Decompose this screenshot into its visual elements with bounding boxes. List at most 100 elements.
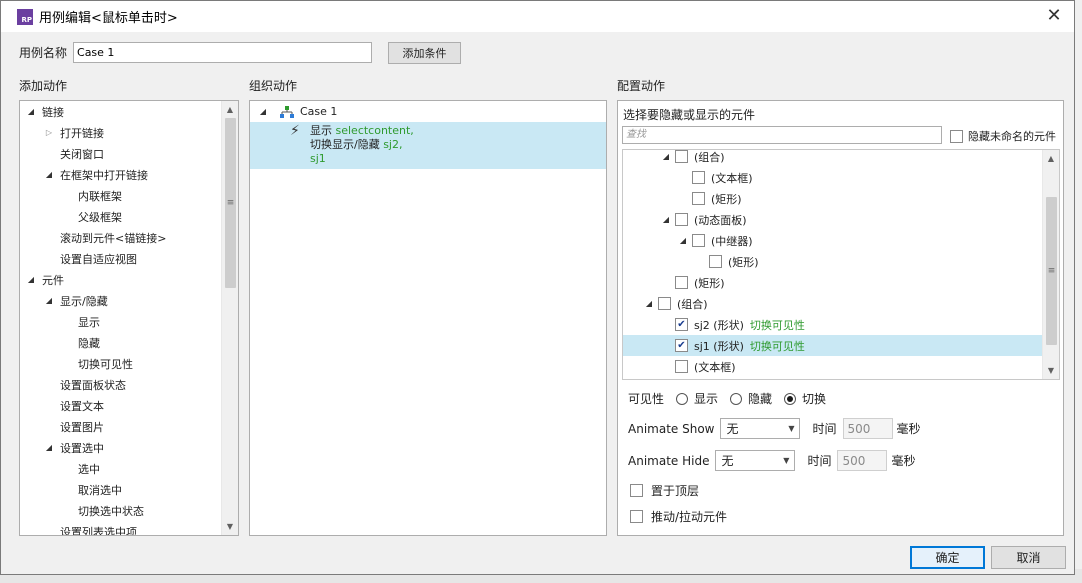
collapse-icon[interactable] (644, 299, 654, 308)
animate-hide-value: 无 (721, 454, 734, 468)
add-action-item[interactable]: 设置自适应视图 (20, 248, 238, 269)
hide-unnamed-check-icon[interactable] (950, 129, 963, 143)
add-action-item[interactable]: 显示/隐藏 (20, 290, 238, 311)
add-action-item[interactable]: 显示 (20, 311, 238, 332)
checked-icon[interactable]: ✔ (675, 318, 688, 331)
action-item-show-hide[interactable]: ⚡ 显示 selectcontent, 切换显示/隐藏 sj2, sj1 (250, 122, 606, 169)
element-row[interactable]: (矩形) (623, 272, 1059, 293)
action-prefix-toggle: 切换显示/隐藏 (310, 138, 384, 151)
add-action-item[interactable]: 设置面板状态 (20, 374, 238, 395)
checkbox-icon[interactable] (675, 276, 688, 289)
add-action-item[interactable]: 元件 (20, 269, 238, 290)
checked-icon[interactable]: ✔ (675, 339, 688, 352)
animate-show-time-label: 时间 (812, 422, 837, 436)
animate-hide-time-label: 时间 (807, 454, 832, 468)
animate-hide-time-input[interactable]: 500 (837, 450, 888, 471)
element-label: (矩形) (728, 255, 759, 269)
checkbox-icon[interactable] (692, 192, 705, 205)
collapse-icon[interactable] (26, 107, 36, 116)
ok-button[interactable]: 确定 (910, 546, 985, 569)
add-action-item-label: 设置面板状态 (60, 378, 126, 392)
checkbox-icon[interactable] (675, 150, 688, 163)
collapse-icon[interactable] (661, 215, 671, 224)
animate-hide-select[interactable]: 无 ▼ (715, 450, 796, 471)
add-action-item[interactable]: 打开链接 (20, 122, 238, 143)
hide-unnamed-checkbox[interactable]: 隐藏未命名的元件 (950, 128, 1056, 144)
element-row[interactable]: (文本框) (623, 167, 1059, 188)
element-list-scrollbar[interactable]: ▲ ≡ ▼ (1042, 150, 1059, 379)
add-action-item[interactable]: 取消选中 (20, 479, 238, 500)
add-action-item[interactable]: 选中 (20, 458, 238, 479)
scroll-down-icon[interactable]: ▼ (1043, 362, 1059, 379)
checkbox-icon[interactable] (675, 360, 688, 373)
add-action-item[interactable]: 隐藏 (20, 332, 238, 353)
visibility-row: 可见性 显示 隐藏 切换 (628, 390, 826, 407)
bring-to-front-checkbox[interactable]: 置于顶层 (630, 482, 699, 499)
checkbox-icon[interactable] (709, 255, 722, 268)
add-action-item[interactable]: 切换选中状态 (20, 500, 238, 521)
collapse-icon[interactable] (44, 443, 54, 452)
scroll-down-icon[interactable]: ▼ (222, 518, 238, 535)
add-action-item[interactable]: 设置列表选中项 (20, 521, 238, 536)
checkbox-icon[interactable] (675, 213, 688, 226)
collapse-icon[interactable] (26, 275, 36, 284)
expand-icon[interactable] (258, 107, 268, 116)
add-action-item[interactable]: 父级框架 (20, 206, 238, 227)
element-row[interactable]: ✔ sj2 (形状) 切换可见性 (623, 314, 1059, 335)
push-pull-check-icon[interactable] (630, 510, 643, 523)
radio-show[interactable] (676, 392, 689, 405)
collapse-icon[interactable] (44, 170, 54, 179)
add-action-item-label: 父级框架 (78, 210, 122, 224)
case-editor-dialog: RP 用例编辑<鼠标单击时> ✕ 用例名称 添加条件 添加动作 组织动作 配置动… (0, 0, 1075, 575)
radio-toggle-label: 切换 (802, 392, 827, 406)
element-row[interactable]: (中继器) (623, 230, 1059, 251)
add-action-item[interactable]: 切换可见性 (20, 353, 238, 374)
bring-to-front-label: 置于顶层 (651, 484, 700, 498)
radio-hide[interactable] (730, 392, 743, 405)
add-action-item[interactable]: 设置选中 (20, 437, 238, 458)
close-icon[interactable]: ✕ (1044, 6, 1064, 26)
element-row[interactable]: (矩形) (623, 251, 1059, 272)
scroll-up-icon[interactable]: ▲ (1043, 150, 1059, 167)
checkbox-icon[interactable] (692, 234, 705, 247)
element-action: 切换可见性 (749, 318, 805, 332)
element-row[interactable]: ✔ sj1 (形状) 切换可见性 (623, 335, 1059, 356)
animate-show-time-input[interactable]: 500 (842, 418, 893, 439)
element-label: (矩形) (711, 192, 742, 206)
add-action-item[interactable]: 设置图片 (20, 416, 238, 437)
add-action-item[interactable]: 在框架中打开链接 (20, 164, 238, 185)
element-label: sj1 (形状) (694, 339, 744, 353)
add-action-item[interactable]: 链接 (20, 101, 238, 122)
element-row[interactable]: (动态面板) (623, 209, 1059, 230)
cancel-button[interactable]: 取消 (991, 546, 1066, 569)
element-row[interactable]: (组合) (623, 150, 1059, 167)
bring-to-front-check-icon[interactable] (630, 484, 643, 497)
case-name-input[interactable] (73, 42, 373, 63)
collapse-icon[interactable] (661, 152, 671, 161)
element-row[interactable]: (文本框) (623, 356, 1059, 377)
add-condition-button[interactable]: 添加条件 (388, 42, 461, 64)
scroll-thumb[interactable]: ≡ (225, 118, 236, 288)
expand-icon[interactable] (44, 128, 54, 137)
push-pull-checkbox[interactable]: 推动/拉动元件 (630, 508, 727, 525)
animate-hide-unit: 毫秒 (891, 454, 916, 468)
add-action-item[interactable]: 设置文本 (20, 395, 238, 416)
add-action-scrollbar[interactable]: ▲ ≡ ▼ (221, 101, 238, 535)
search-input[interactable]: 查找 (622, 126, 942, 144)
element-row[interactable]: (矩形) (623, 188, 1059, 209)
animate-show-select[interactable]: 无 ▼ (720, 418, 801, 439)
title-bar: RP 用例编辑<鼠标单击时> ✕ (1, 1, 1074, 32)
add-action-item[interactable]: 内联框架 (20, 185, 238, 206)
case-tree-row[interactable]: Case 1 (250, 101, 606, 122)
checkbox-icon[interactable] (658, 297, 671, 310)
add-action-item[interactable]: 关闭窗口 (20, 143, 238, 164)
checkbox-icon[interactable] (692, 171, 705, 184)
collapse-icon[interactable] (44, 296, 54, 305)
element-label: (文本框) (694, 360, 736, 374)
scroll-up-icon[interactable]: ▲ (222, 101, 238, 118)
scroll-thumb[interactable]: ≡ (1046, 197, 1057, 345)
add-action-item[interactable]: 滚动到元件<锚链接> (20, 227, 238, 248)
radio-toggle[interactable] (784, 392, 797, 405)
element-row[interactable]: (组合) (623, 293, 1059, 314)
collapse-icon[interactable] (678, 236, 688, 245)
